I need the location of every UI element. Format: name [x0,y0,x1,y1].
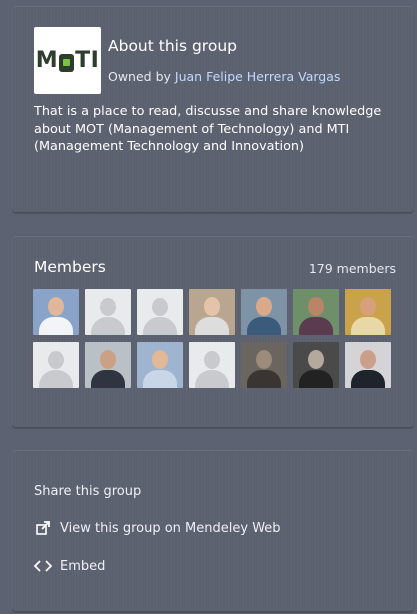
share-panel: Share this group View this group on Mend… [12,450,414,612]
member-avatar[interactable] [293,342,339,388]
group-description: That is a place to read, discusse and sh… [34,104,382,154]
owned-by-label: Owned by [108,69,171,84]
member-avatar[interactable] [33,289,79,335]
member-avatar[interactable] [33,342,79,388]
external-link-icon [34,520,52,536]
view-on-mendeley-web-link[interactable]: View this group on Mendeley Web [34,520,281,536]
member-avatar[interactable] [241,289,287,335]
share-title: Share this group [34,484,142,499]
member-avatar[interactable] [137,342,183,388]
code-icon [34,558,52,574]
embed-link[interactable]: Embed [34,558,105,574]
owner-line: Owned by Juan Felipe Herrera Vargas [108,69,340,84]
about-title: About this group [108,37,237,55]
member-avatar[interactable] [293,289,339,335]
about-panel: M TI About this group Owned by Juan Felip… [12,6,414,213]
member-avatar[interactable] [85,289,131,335]
owner-link[interactable]: Juan Felipe Herrera Vargas [175,69,341,84]
member-avatar[interactable] [189,342,235,388]
members-avatar-grid [33,289,391,388]
view-on-web-label: View this group on Mendeley Web [60,520,281,536]
member-avatar[interactable] [241,342,287,388]
member-avatar[interactable] [137,289,183,335]
member-avatar[interactable] [345,342,391,388]
group-logo: M TI [34,27,101,94]
members-panel: Members 179 members [12,236,414,428]
member-avatar[interactable] [189,289,235,335]
member-avatar[interactable] [85,342,131,388]
members-count-link[interactable]: 179 members [309,261,396,276]
members-title: Members [34,258,106,276]
member-avatar[interactable] [345,289,391,335]
embed-label: Embed [60,558,106,574]
